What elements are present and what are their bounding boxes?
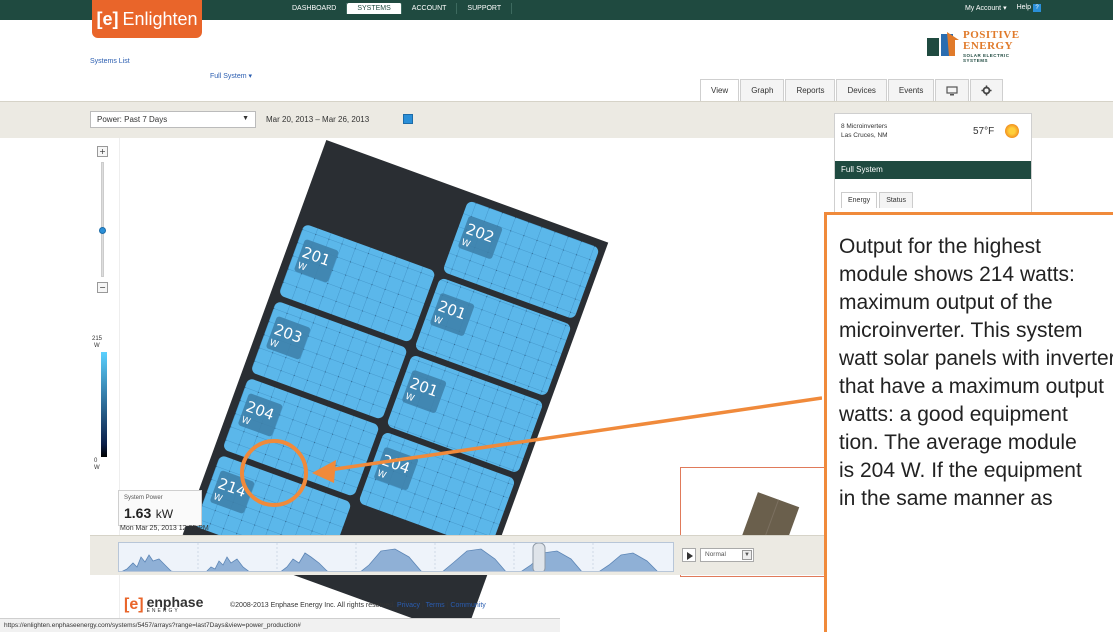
- speed-select[interactable]: Normal ▼: [700, 548, 754, 562]
- page: DASHBOARD SYSTEMS ACCOUNT SUPPORT My Acc…: [0, 0, 1113, 632]
- help-link[interactable]: Help?: [1017, 4, 1041, 12]
- period-select[interactable]: Power: Past 7 Days ▼: [90, 111, 256, 128]
- timestamp: Mon Mar 25, 2013 12:35 PM: [120, 525, 209, 532]
- annotation-line: maximum output of the: [839, 291, 1053, 314]
- terms-link[interactable]: Terms: [426, 602, 445, 609]
- browser-status-bar: https://enlighten.enphaseenergy.com/syst…: [0, 618, 560, 632]
- system-info-panel: 8 Microinverters Las Cruces, NM 57°F Ful…: [834, 113, 1032, 223]
- brand-title: POSITIVE ENERGY: [963, 30, 1020, 52]
- top-nav: DASHBOARD SYSTEMS ACCOUNT SUPPORT: [282, 3, 513, 14]
- zoom-in-button[interactable]: +: [97, 146, 108, 157]
- brand-subtitle: SOLAR ELECTRIC SYSTEMS: [963, 53, 1010, 63]
- legend-color-bar: [101, 352, 107, 457]
- zoom-slider-handle[interactable]: [99, 227, 106, 234]
- copyright-text: ©2008-2013 Enphase Energy Inc. All right…: [230, 602, 396, 609]
- monitor-icon: [946, 85, 958, 95]
- zoom-slider-track[interactable]: [101, 162, 104, 277]
- chevron-down-icon: ▼: [242, 115, 249, 122]
- tab-display[interactable]: [935, 79, 970, 101]
- help-icon: ?: [1033, 4, 1041, 12]
- system-power-unit: kW: [155, 507, 174, 521]
- tab-graph[interactable]: Graph: [740, 79, 785, 101]
- brand-line2: ENERGY: [963, 40, 1014, 52]
- tab-events[interactable]: Events: [887, 79, 935, 101]
- privacy-link[interactable]: Privacy: [397, 602, 420, 609]
- annotation-line: Output for the highest: [839, 235, 1041, 258]
- annotation-line: module shows 214 watts:: [839, 263, 1075, 286]
- footer-brand-name: enphase: [146, 594, 204, 610]
- nav-support[interactable]: SUPPORT: [457, 3, 513, 14]
- annotation-line: watts: a good equipment: [839, 403, 1068, 426]
- production-sparkline: [122, 543, 658, 572]
- annotation-callout: Output for the highest module shows 214 …: [824, 212, 1113, 632]
- legend-min-unit: W: [94, 465, 100, 471]
- tab-status[interactable]: Status: [879, 192, 914, 208]
- nav-dashboard[interactable]: DASHBOARD: [282, 3, 348, 14]
- system-power-value: 1.63: [124, 505, 152, 521]
- annotation-line: watt solar panels with inverters: [839, 347, 1113, 370]
- tab-devices[interactable]: Devices: [836, 79, 887, 101]
- footer-bracket: [e]: [124, 596, 144, 613]
- timeline-strip[interactable]: [118, 542, 674, 572]
- logo-text: Enlighten: [122, 8, 198, 29]
- annotation-line: microinverter. This system: [839, 319, 1083, 342]
- gear-icon: [981, 85, 992, 96]
- nav-account[interactable]: ACCOUNT: [402, 3, 458, 14]
- separator: |: [421, 602, 424, 609]
- view-tabs: View Graph Reports Devices Events: [700, 79, 1004, 101]
- date-range: Mar 20, 2013 – Mar 26, 2013: [266, 115, 370, 124]
- legend-max-unit: W: [94, 343, 100, 349]
- enlighten-logo[interactable]: [e] Enlighten: [92, 0, 202, 38]
- period-select-value: Power: Past 7 Days: [97, 115, 168, 124]
- legend-max: 215: [92, 336, 103, 342]
- tab-energy[interactable]: Energy: [841, 192, 878, 208]
- community-link[interactable]: Community: [450, 602, 485, 609]
- tab-reports[interactable]: Reports: [785, 79, 836, 101]
- logo-bracket: [e]: [96, 8, 119, 29]
- tab-settings[interactable]: [970, 79, 1004, 101]
- tab-view[interactable]: View: [700, 79, 740, 101]
- help-label: Help: [1016, 4, 1031, 11]
- my-account-link[interactable]: My Account ▾: [965, 4, 1007, 12]
- legend-min: 0: [94, 458, 98, 464]
- system-power-label: System Power: [124, 495, 163, 501]
- temperature: 57°F: [973, 126, 995, 137]
- annotation-line: in the same manner as: [839, 487, 1053, 510]
- system-location: Las Cruces, NM: [841, 132, 888, 139]
- speed-value: Normal: [705, 551, 726, 558]
- separator: |: [446, 602, 449, 609]
- microinverter-count: 8 Microinverters: [841, 123, 888, 130]
- positive-energy-icon: [927, 32, 959, 56]
- play-button[interactable]: [682, 548, 696, 562]
- system-power-card: System Power 1.63 kW: [118, 490, 202, 526]
- copyright: ©2008-2013 Enphase Energy Inc. All right…: [230, 602, 486, 609]
- nav-systems[interactable]: SYSTEMS: [347, 3, 402, 14]
- annotation-line: is 204 W. If the equipment: [839, 459, 1082, 482]
- panel-tabs: Energy Status: [841, 192, 915, 208]
- full-system-dropdown[interactable]: Full System ▾: [210, 72, 252, 80]
- top-right-links: My Account ▾ Help?: [965, 4, 1041, 12]
- chevron-down-icon: ▼: [742, 550, 752, 560]
- systems-list-link[interactable]: Systems List: [90, 58, 130, 65]
- zoom-out-button[interactable]: −: [97, 282, 108, 293]
- positive-energy-logo: POSITIVE ENERGY SOLAR ELECTRIC SYSTEMS: [925, 30, 1035, 64]
- enphase-logo[interactable]: [e] enphase ENERGY: [124, 594, 204, 614]
- sun-icon: [1005, 124, 1019, 138]
- timeline-handle[interactable]: [532, 543, 546, 572]
- calendar-icon[interactable]: [403, 114, 413, 124]
- annotation-line: that have a maximum output: [839, 375, 1104, 398]
- annotation-line: tion. The average module: [839, 431, 1077, 454]
- system-summary: 8 Microinverters Las Cruces, NM: [841, 122, 888, 140]
- panel-header: Full System: [835, 161, 1031, 179]
